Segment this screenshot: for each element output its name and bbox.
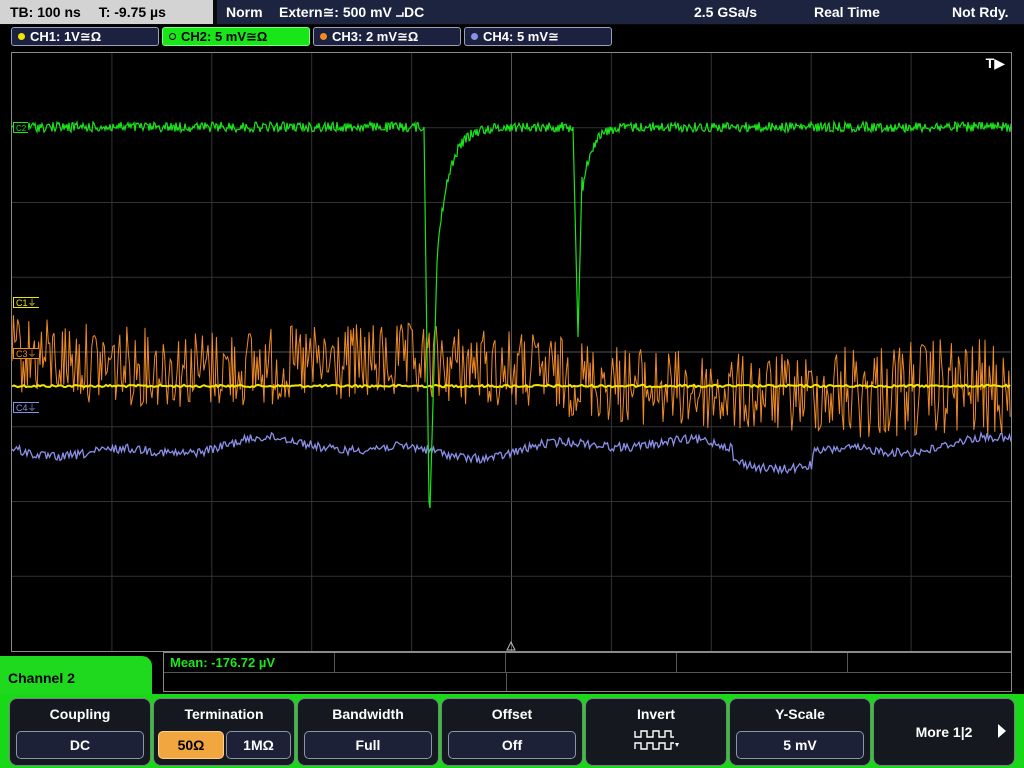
chevron-right-icon [998,724,1006,738]
termination-softkey[interactable]: Termination 50Ω 1MΩ [153,698,295,766]
ch2-ground-marker[interactable]: C2 [13,122,29,133]
tab-ch1-label: CH1: 1V≅Ω [30,29,102,44]
ready-state: Not Rdy. [952,4,1009,20]
measurement-divider [506,672,507,691]
bandwidth-softkey[interactable]: Bandwidth Full [297,698,439,766]
measurement-divider [164,672,1011,673]
tab-ch4-label: CH4: 5 mV≅ [483,29,559,44]
termination-50ohm-option[interactable]: 50Ω [158,731,224,759]
ch4-dot-icon [471,33,478,40]
tab-ch4[interactable]: CH4: 5 mV≅ [464,27,612,46]
yscale-title: Y-Scale [775,706,825,722]
offset-value[interactable]: Off [448,731,576,759]
tab-ch2[interactable]: CH2: 5 mV≅Ω [162,27,310,46]
measurement-cell [677,653,848,672]
coupling-title: Coupling [49,706,111,722]
tab-ch3-label: CH3: 2 mV≅Ω [332,29,419,44]
measurement-cell [506,653,677,672]
offset-title: Offset [491,706,533,722]
invert-softkey[interactable]: Invert [585,698,727,766]
trigger-time-value: T: -9.75 µs [98,4,166,20]
ch4-ground-marker[interactable]: C4⏚ [13,402,39,413]
trigger-source: Extern≅: 500 mV ⨼DC [279,4,425,20]
ch1-ground-marker[interactable]: C1⏚ [13,297,39,308]
timebase-panel[interactable]: TB: 100 ns T: -9.75 µs [0,0,213,24]
invert-waveform-icon [634,730,679,750]
ch2-dot-icon [169,33,176,40]
graticule [12,53,1011,651]
waveform-canvas [12,53,1011,651]
acquisition-panel[interactable]: Norm Extern≅: 500 mV ⨼DC 2.5 GSa/s Real … [217,0,1024,24]
termination-1mohm-option[interactable]: 1MΩ [226,731,291,759]
ch1-dot-icon [18,33,25,40]
coupling-softkey[interactable]: Coupling DC [9,698,151,766]
trigger-marker: T▶ [985,55,1005,71]
measurement-table: Mean: -176.72 µV [163,652,1012,692]
ch3-dot-icon [320,33,327,40]
trigger-mode: Norm [226,4,263,20]
tab-ch1[interactable]: CH1: 1V≅Ω [11,27,159,46]
yscale-value[interactable]: 5 mV [736,731,864,759]
invert-title: Invert [636,706,676,722]
tab-ch2-label: CH2: 5 mV≅Ω [181,29,268,44]
measurement-cell [335,653,506,672]
acquisition-mode: Real Time [814,4,880,20]
tab-ch3[interactable]: CH3: 2 mV≅Ω [313,27,461,46]
offset-softkey[interactable]: Offset Off [441,698,583,766]
termination-title: Termination [184,706,264,722]
mean-measurement: Mean: -176.72 µV [170,655,276,670]
coupling-value[interactable]: DC [16,731,144,759]
channel-tabs: CH1: 1V≅Ω CH2: 5 mV≅Ω CH3: 2 mV≅Ω CH4: 5… [0,26,1024,48]
bandwidth-value[interactable]: Full [304,731,432,759]
waveform-display[interactable]: T▶ C1⏚ C3⏚ C4⏚ C2 [11,52,1012,652]
status-bar: TB: 100 ns T: -9.75 µs Norm Extern≅: 500… [0,0,1024,25]
more-softkey[interactable]: More 1|2 [873,698,1015,766]
yscale-softkey[interactable]: Y-Scale 5 mV [729,698,871,766]
more-label: More 1|2 [915,724,973,740]
sample-rate: 2.5 GSa/s [694,4,758,20]
bandwidth-title: Bandwidth [332,706,404,722]
ch3-ground-marker[interactable]: C3⏚ [13,348,39,359]
timebase-value: TB: 100 ns [10,4,81,20]
